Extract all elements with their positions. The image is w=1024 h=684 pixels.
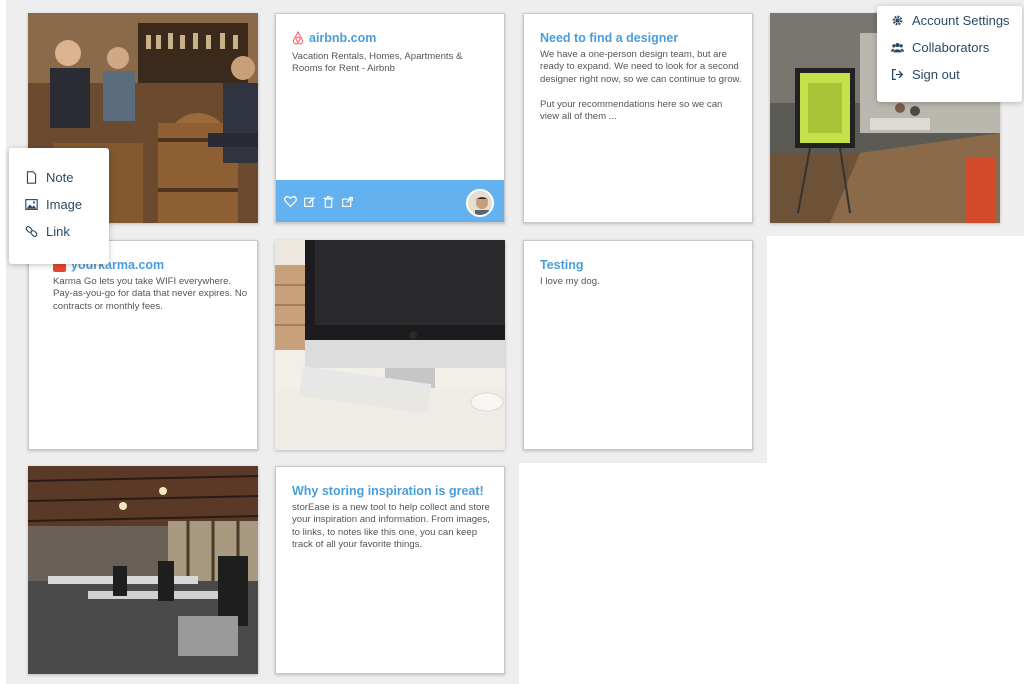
note-title[interactable]: Need to find a designer: [540, 30, 736, 46]
link-card-karma[interactable]: yourkarma.com Karma Go lets you take WIF…: [28, 240, 258, 450]
note-body: We have a one-person design team, but ar…: [540, 49, 742, 123]
account-menu: Account Settings Collaborators Sign out: [877, 6, 1022, 102]
add-link-menu-item[interactable]: Link: [9, 218, 109, 245]
image-card-workspace[interactable]: [28, 466, 258, 674]
add-note-menu-item[interactable]: Note: [9, 164, 109, 191]
menu-item-label: Link: [46, 224, 70, 239]
trash-icon[interactable]: [322, 195, 335, 208]
sign-out-menu-item[interactable]: Sign out: [877, 61, 1022, 88]
menu-item-label: Account Settings: [912, 13, 1010, 28]
menu-item-label: Sign out: [912, 67, 960, 82]
note-card-designer[interactable]: Need to find a designer We have a one-pe…: [523, 13, 753, 223]
add-item-menu: Note Image Link: [9, 148, 109, 264]
image-card-desk[interactable]: [275, 240, 505, 450]
airbnb-logo-icon: [292, 31, 304, 45]
menu-item-label: Image: [46, 197, 83, 212]
card-action-bar: [276, 180, 504, 222]
menu-item-label: Collaborators: [912, 40, 990, 55]
link-description: Vacation Rentals, Homes, Apartments & Ro…: [292, 51, 463, 75]
note-title[interactable]: Testing: [540, 257, 736, 273]
note-body: I love my dog.: [540, 276, 600, 287]
link-description: Karma Go lets you take WIFI everywhere. …: [53, 276, 248, 312]
workspace-photo: [28, 466, 258, 674]
share-icon[interactable]: [341, 195, 354, 208]
note-card-testing[interactable]: Testing I love my dog.: [523, 240, 753, 450]
link-card-airbnb[interactable]: airbnb.com Vacation Rentals, Homes, Apar…: [275, 13, 505, 223]
note-title[interactable]: Why storing inspiration is great!: [292, 483, 488, 499]
avatar-image: [468, 191, 492, 215]
note-card-storease[interactable]: Why storing inspiration is great! storEa…: [275, 466, 505, 674]
gear-icon: [892, 15, 903, 26]
add-image-menu-item[interactable]: Image: [9, 191, 109, 218]
desk-photo: [275, 240, 505, 450]
collaborators-menu-item[interactable]: Collaborators: [877, 34, 1022, 61]
avatar[interactable]: [466, 189, 494, 217]
account-settings-menu-item[interactable]: Account Settings: [877, 7, 1022, 34]
link-title[interactable]: airbnb.com: [309, 30, 376, 46]
edit-icon[interactable]: [303, 195, 316, 208]
image-icon: [25, 199, 38, 210]
heart-icon[interactable]: [284, 195, 297, 208]
link-icon: [25, 226, 38, 237]
users-icon: [891, 43, 904, 53]
sign-out-icon: [891, 68, 904, 81]
note-body: storEase is a new tool to help collect a…: [292, 502, 490, 551]
menu-item-label: Note: [46, 170, 74, 185]
document-icon: [26, 171, 37, 184]
